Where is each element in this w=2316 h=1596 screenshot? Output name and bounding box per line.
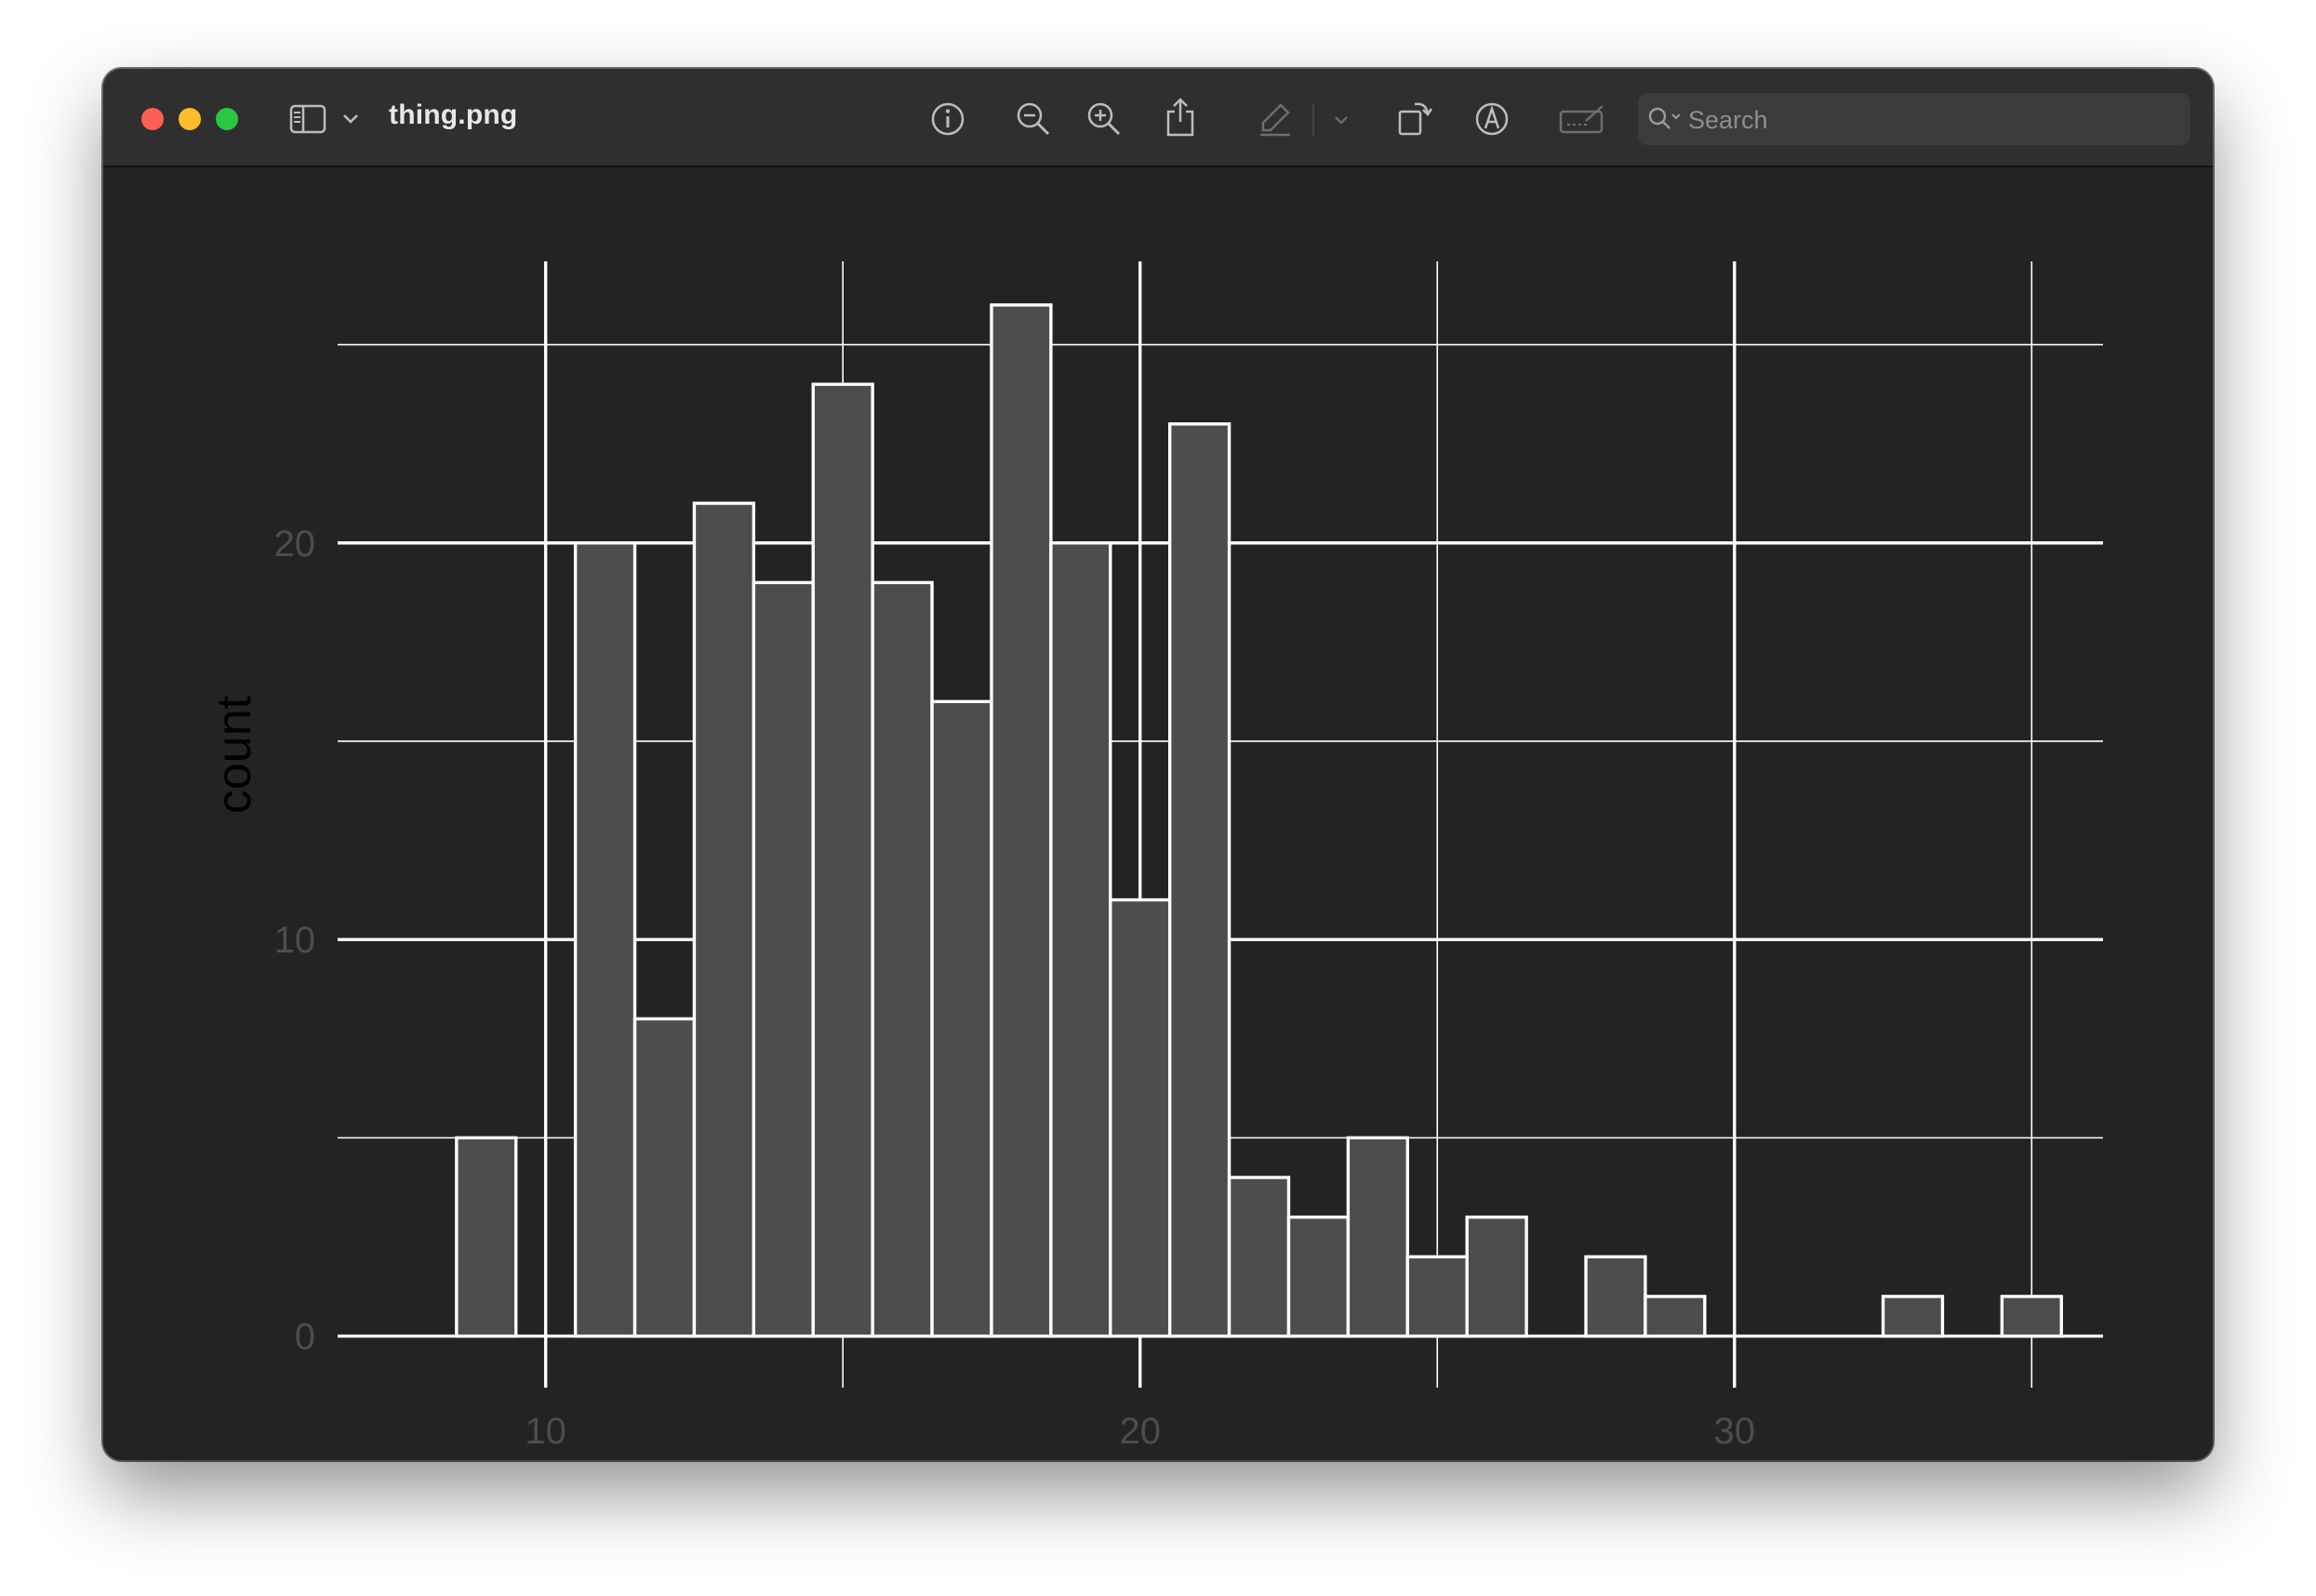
rotate-icon[interactable] (1396, 97, 1435, 138)
x-tick-label: 10 (525, 1411, 566, 1452)
markup-icon[interactable] (1473, 100, 1511, 138)
title-bar: thing.png Search (103, 69, 2213, 167)
histogram-bar (1405, 1255, 1469, 1338)
zoom-in-icon[interactable] (1085, 100, 1123, 138)
histogram-bar (632, 1017, 697, 1338)
histogram-bar (1109, 898, 1172, 1338)
window-title: thing.png (389, 100, 518, 130)
info-icon[interactable] (930, 101, 965, 137)
histogram-bars (455, 303, 2063, 1338)
histogram-bar (752, 580, 815, 1338)
histogram-bar (1167, 422, 1231, 1338)
preview-window: thing.png Search 0 10 20 10 20 30 count (103, 69, 2213, 1460)
x-axis-title: cty (1190, 1455, 1251, 1460)
zoom-window-button[interactable] (216, 108, 238, 130)
histogram-bar (1644, 1295, 1707, 1338)
search-placeholder: Search (1688, 106, 1768, 134)
histogram-bar (1227, 1176, 1291, 1338)
highlight-pen-icon[interactable] (1257, 100, 1294, 138)
toolbar-separator (1312, 103, 1314, 137)
chevron-down-icon[interactable] (341, 112, 360, 126)
histogram-bar (930, 699, 993, 1338)
histogram-bar (1881, 1295, 1945, 1338)
y-tick-label: 0 (295, 1317, 315, 1358)
histogram-bar (990, 303, 1053, 1338)
x-tick-label: 20 (1119, 1411, 1161, 1452)
histogram-bar (871, 580, 934, 1338)
histogram-bar (1465, 1215, 1528, 1338)
y-axis-title: count (207, 695, 261, 814)
histogram-bar (1346, 1136, 1410, 1338)
close-window-button[interactable] (141, 108, 164, 130)
zoom-out-icon[interactable] (1015, 100, 1052, 138)
image-canvas: 0 10 20 10 20 30 cty count (103, 167, 2213, 1460)
y-tick-label: 20 (274, 524, 316, 565)
search-icon (1647, 106, 1684, 137)
histogram-bar (811, 382, 874, 1338)
histogram-bar (1286, 1215, 1351, 1338)
chevron-down-icon[interactable] (1333, 113, 1350, 126)
histogram-bar (455, 1136, 518, 1338)
histogram-bar (2000, 1295, 2063, 1338)
histogram-bar (1584, 1255, 1647, 1338)
histogram-chart: 0 10 20 10 20 30 cty count (207, 261, 2103, 1460)
histogram-bar (692, 501, 756, 1338)
search-field[interactable]: Search (1638, 93, 2190, 145)
signature-icon[interactable] (1558, 102, 1606, 136)
x-tick-label: 30 (1714, 1411, 1756, 1452)
minimize-window-button[interactable] (179, 108, 201, 130)
share-icon[interactable] (1165, 97, 1196, 138)
y-tick-label: 10 (274, 920, 316, 961)
histogram-bar (573, 541, 637, 1338)
histogram-bar (1049, 541, 1112, 1338)
sidebar-toggle-icon[interactable] (289, 104, 326, 134)
